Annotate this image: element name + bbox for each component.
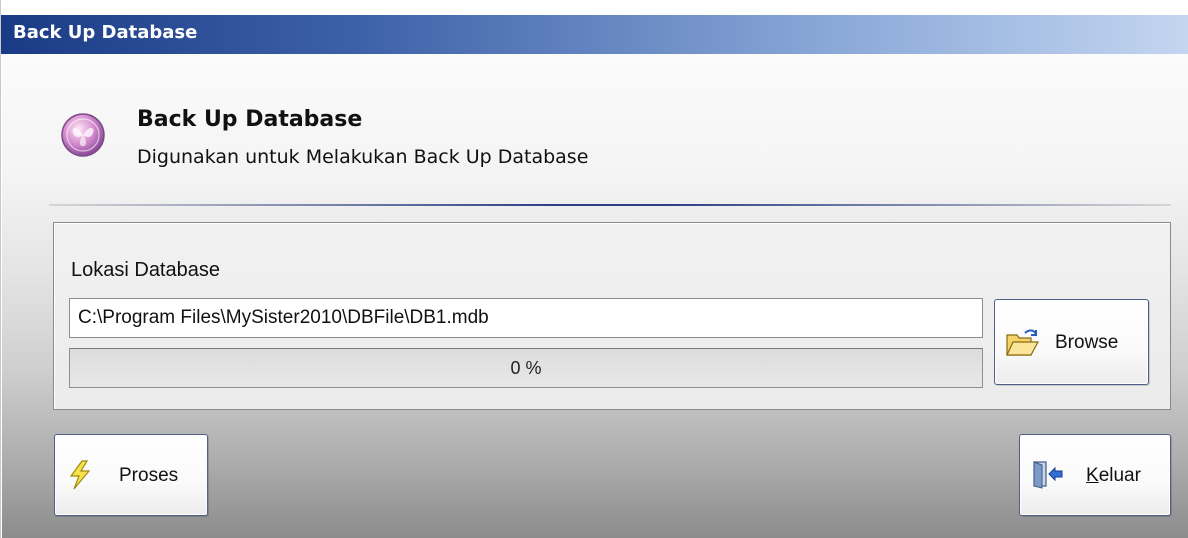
backup-database-icon: [61, 113, 105, 157]
database-location-label: Lokasi Database: [71, 259, 220, 281]
keluar-button[interactable]: Keluar: [1019, 434, 1171, 516]
proses-button-label: Proses: [119, 465, 179, 486]
title-bar[interactable]: Back Up Database: [1, 15, 1188, 54]
dialog-heading: Back Up Database: [137, 107, 363, 132]
window-title: Back Up Database: [13, 22, 198, 43]
backup-database-window: Back Up Database Back Up Database Diguna…: [0, 0, 1188, 538]
proses-button[interactable]: Proses: [54, 434, 208, 516]
backup-progress-bar: 0 %: [69, 348, 983, 388]
folder-open-icon: [1006, 329, 1039, 356]
browse-button-label: Browse: [1055, 332, 1119, 353]
database-path-input[interactable]: [69, 298, 983, 338]
header-divider: [49, 204, 1171, 206]
keluar-button-label: Keluar: [1086, 465, 1141, 486]
progress-text: 0 %: [510, 358, 542, 378]
dialog-description: Digunakan untuk Melakukan Back Up Databa…: [137, 146, 589, 168]
lightning-icon: [69, 460, 91, 490]
browse-button[interactable]: Browse: [994, 299, 1149, 385]
exit-door-icon: [1033, 461, 1063, 489]
